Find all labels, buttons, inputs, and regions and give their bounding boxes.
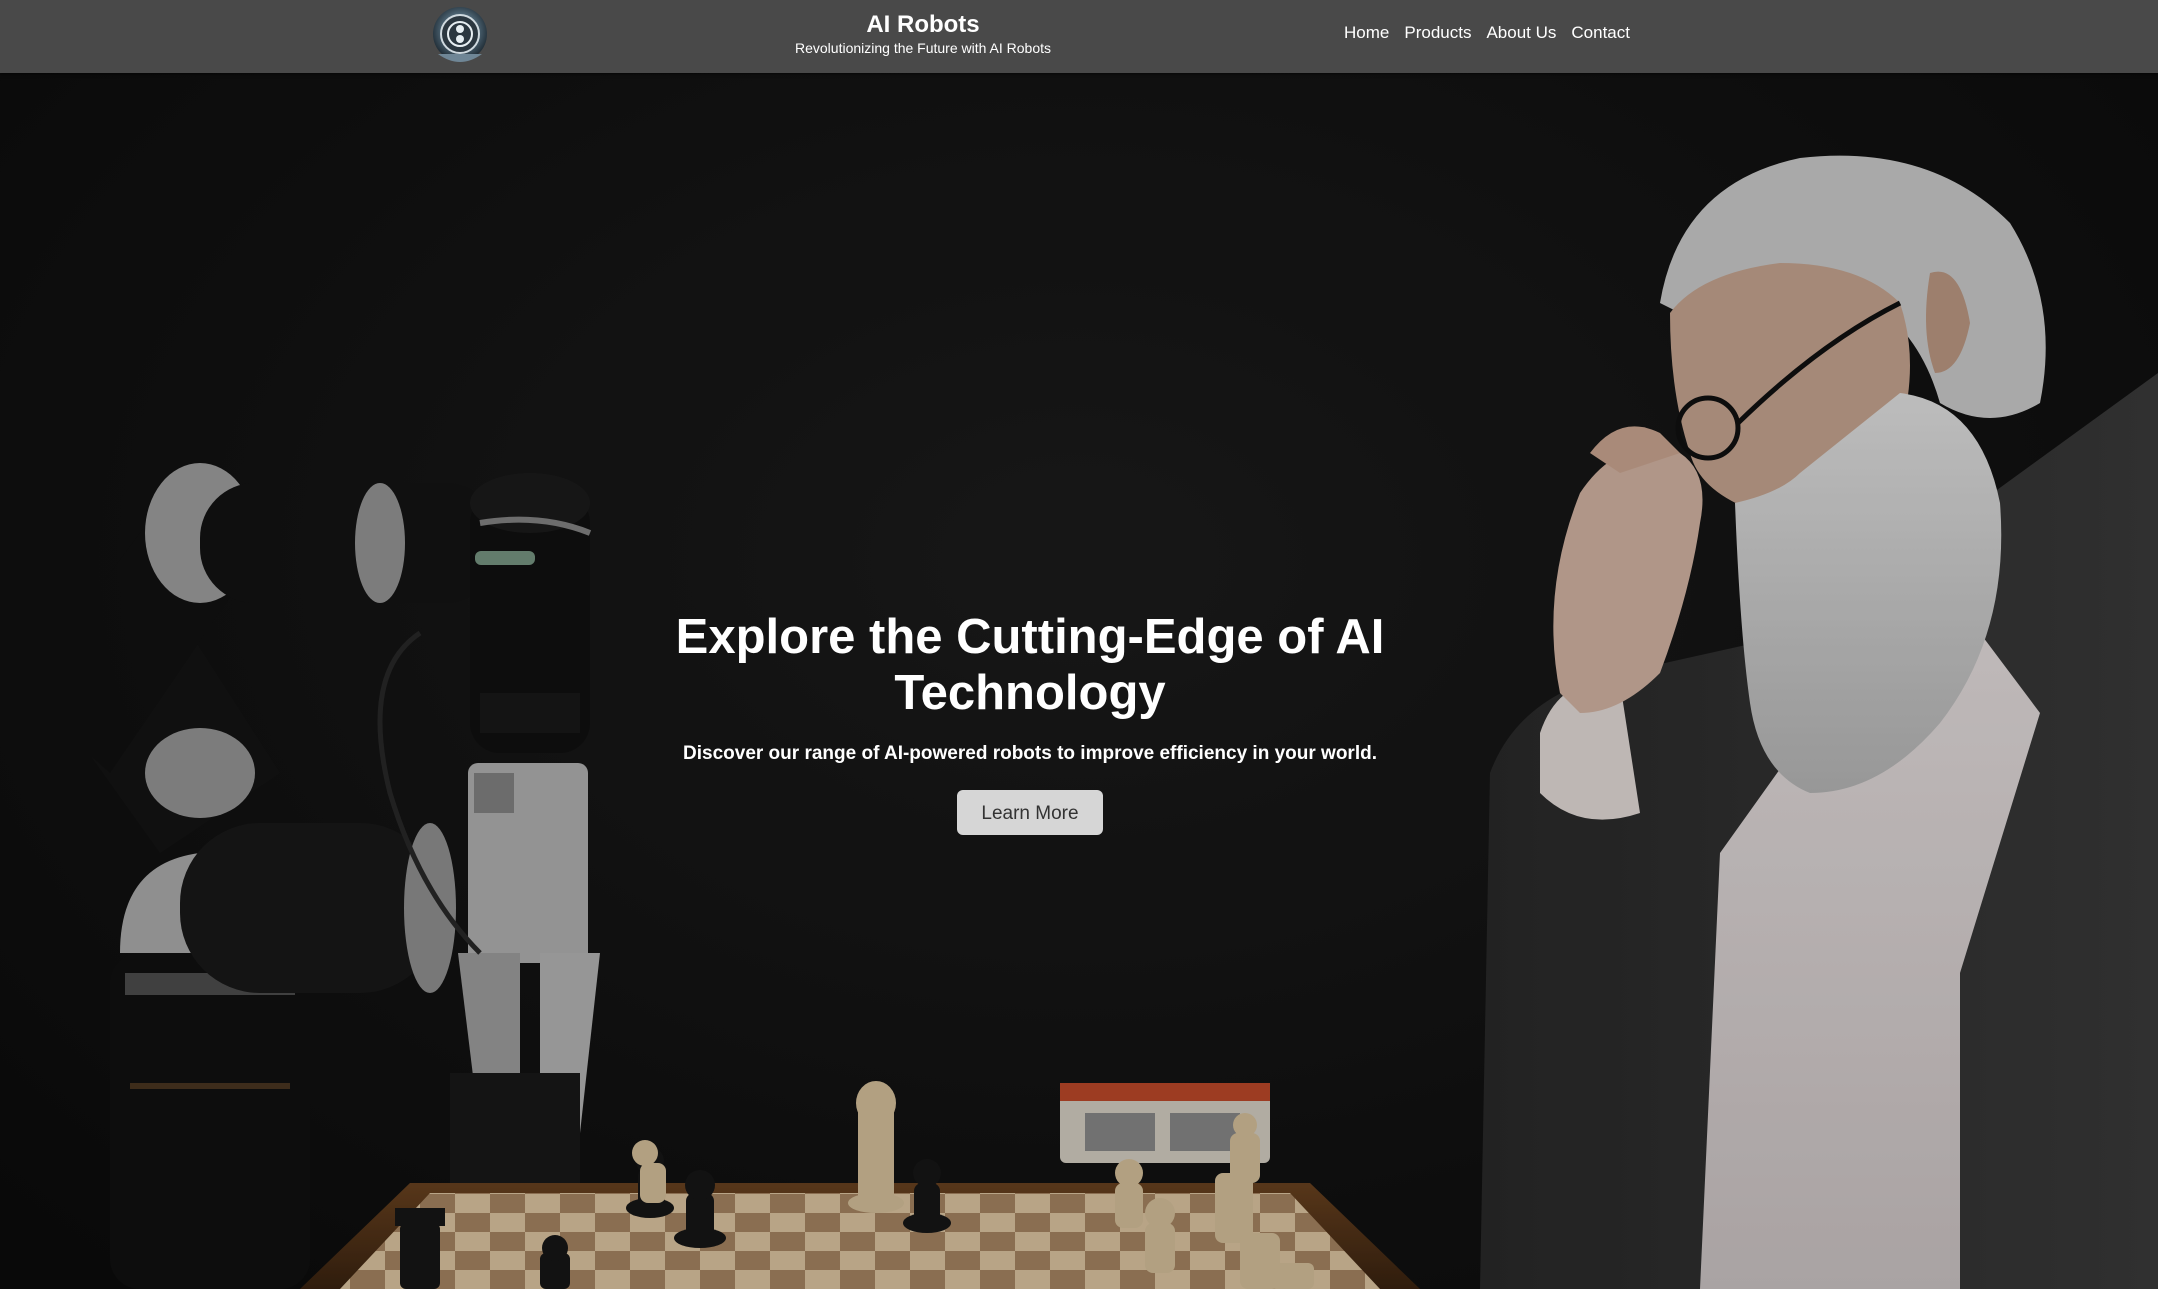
- nav-contact-link[interactable]: Contact: [1571, 23, 1630, 43]
- site-tagline: Revolutionizing the Future with AI Robot…: [794, 40, 1052, 56]
- hero-content: Explore the Cutting-Edge of AI Technolog…: [600, 609, 1460, 835]
- hero-section: Explore the Cutting-Edge of AI Technolog…: [0, 73, 2158, 1289]
- site-title[interactable]: AI Robots: [723, 10, 1123, 39]
- main-nav: Home Products About Us Contact: [1344, 21, 1630, 45]
- nav-about-link[interactable]: About Us: [1486, 23, 1556, 43]
- hero-title: Explore the Cutting-Edge of AI Technolog…: [675, 610, 1385, 720]
- brand: AI Robots Revolutionizing the Future wit…: [723, 10, 1123, 57]
- site-header: AI Robots Revolutionizing the Future wit…: [0, 0, 2158, 73]
- robot-head-icon[interactable]: [427, 2, 493, 68]
- nav-home-link[interactable]: Home: [1344, 23, 1389, 43]
- learn-more-button[interactable]: Learn More: [957, 790, 1103, 835]
- hero-subtitle: Discover our range of AI-powered robots …: [683, 743, 1377, 764]
- nav-products-link[interactable]: Products: [1404, 23, 1471, 43]
